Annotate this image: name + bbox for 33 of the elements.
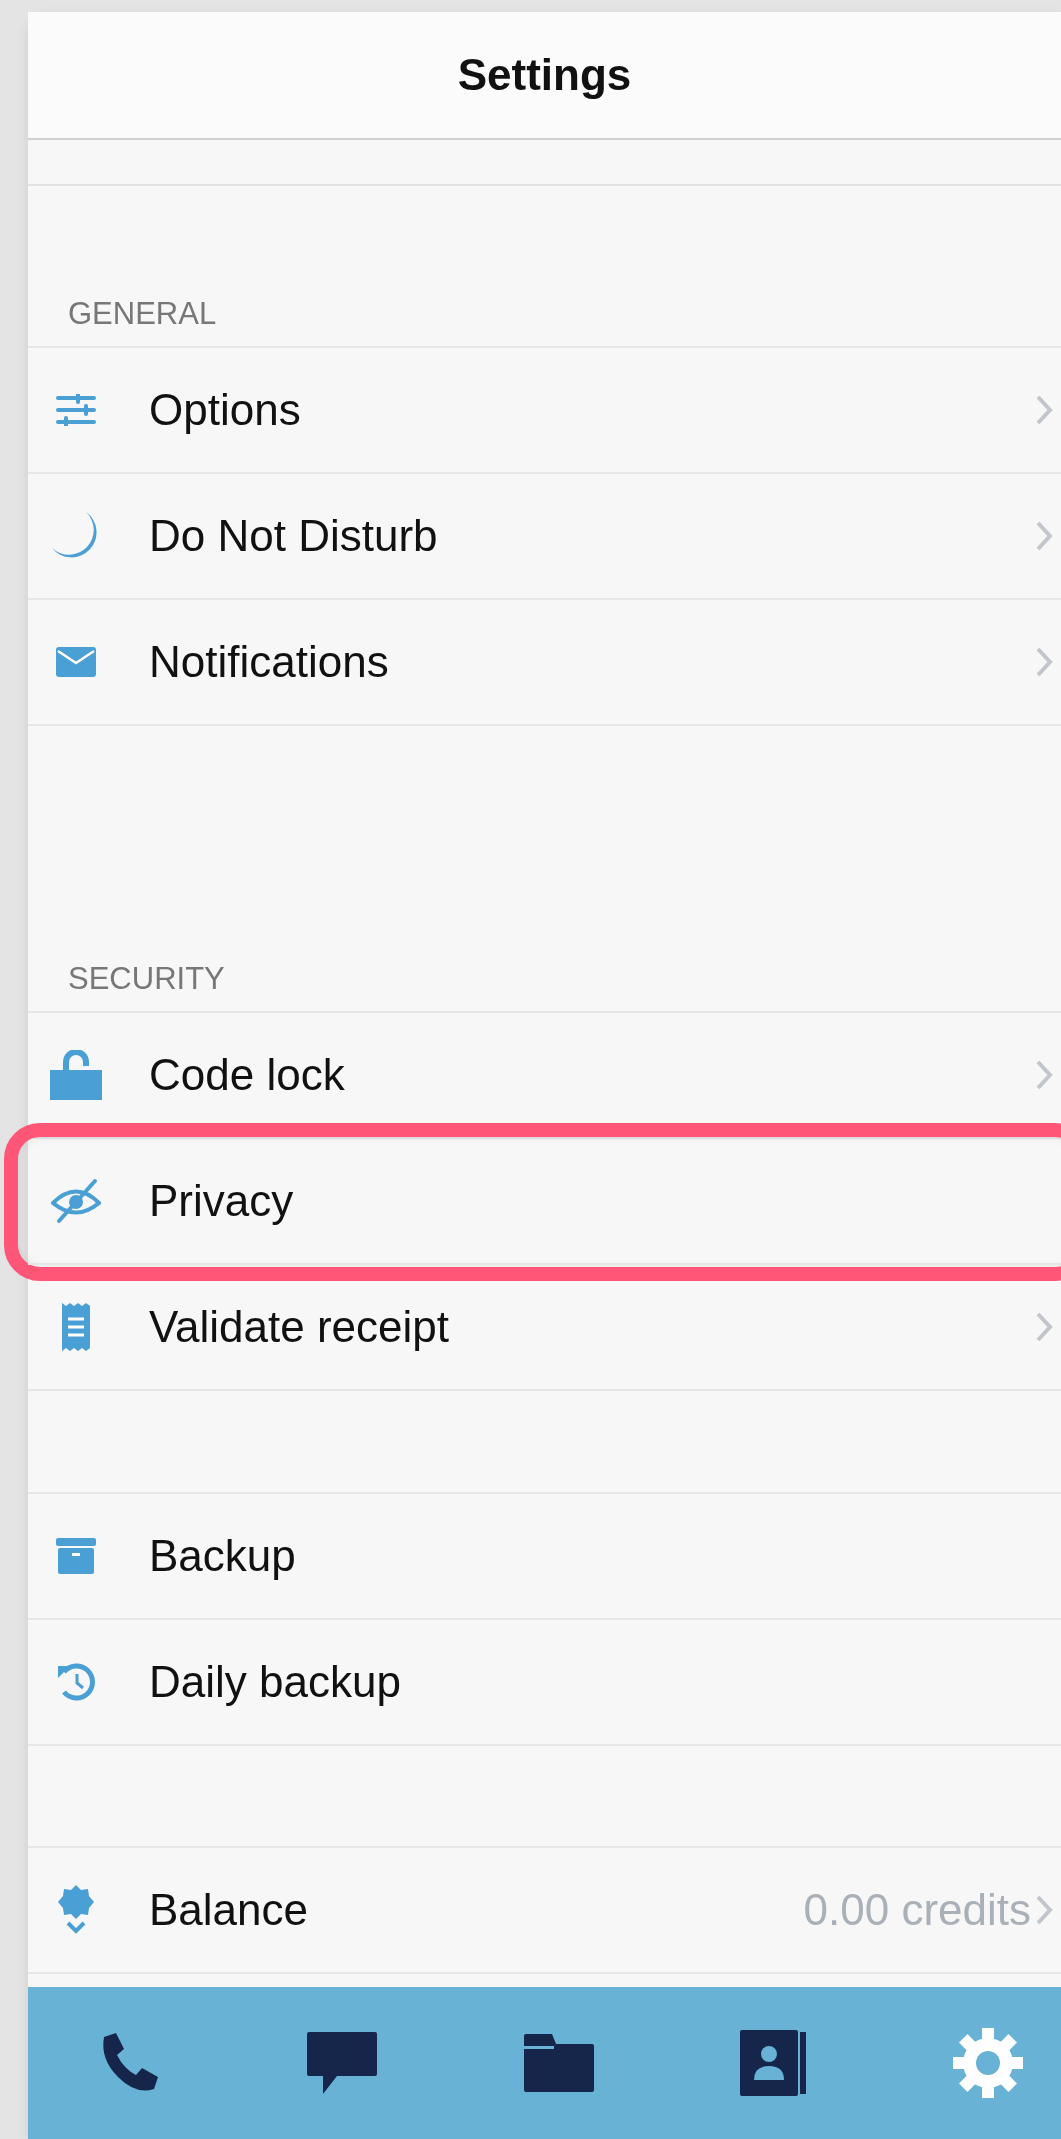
archive-box-icon (55, 1538, 96, 1574)
settings-row[interactable]: Options (28, 348, 1061, 474)
row-label: Validate receipt (149, 1302, 451, 1352)
history-icon (55, 1662, 96, 1702)
settings-row[interactable]: Daily backup (28, 1620, 1061, 1746)
settings-row[interactable]: Privacy (28, 1139, 1061, 1265)
row-label: Privacy (149, 1176, 295, 1226)
folder-icon[interactable] (523, 2034, 594, 2092)
row-label: Do Not Disturb (149, 511, 439, 561)
sliders-icon (55, 394, 96, 426)
settings-row[interactable]: Balance 0.00 credits (28, 1848, 1061, 1974)
screen-title: Settings (457, 50, 632, 100)
row-label: Balance (149, 1885, 309, 1935)
settings-row[interactable]: Notifications (28, 600, 1061, 726)
receipt-icon (61, 1303, 90, 1351)
section-header: GENERAL (68, 296, 217, 332)
row-label: Daily backup (149, 1657, 402, 1707)
row-label: Notifications (149, 637, 390, 687)
row-value: 0.00 credits (803, 1885, 1031, 1935)
settings-row[interactable]: Validate receipt (28, 1265, 1061, 1391)
row-label: Backup (149, 1531, 297, 1581)
row-label: Options (149, 385, 302, 435)
contacts-book-icon[interactable] (740, 2030, 807, 2096)
padlock-icon (49, 1050, 102, 1100)
badge-icon (57, 1885, 94, 1935)
section-header: SECURITY (68, 961, 225, 997)
settings-row[interactable]: Code lock (28, 1013, 1061, 1139)
settings-row[interactable]: Backup (28, 1494, 1061, 1620)
speech-bubble-icon[interactable] (306, 2032, 377, 2094)
eye-slash-icon (50, 1178, 101, 1224)
row-label: Code lock (149, 1050, 346, 1100)
settings-row[interactable]: Do Not Disturb (28, 474, 1061, 600)
envelope-icon (55, 647, 96, 677)
